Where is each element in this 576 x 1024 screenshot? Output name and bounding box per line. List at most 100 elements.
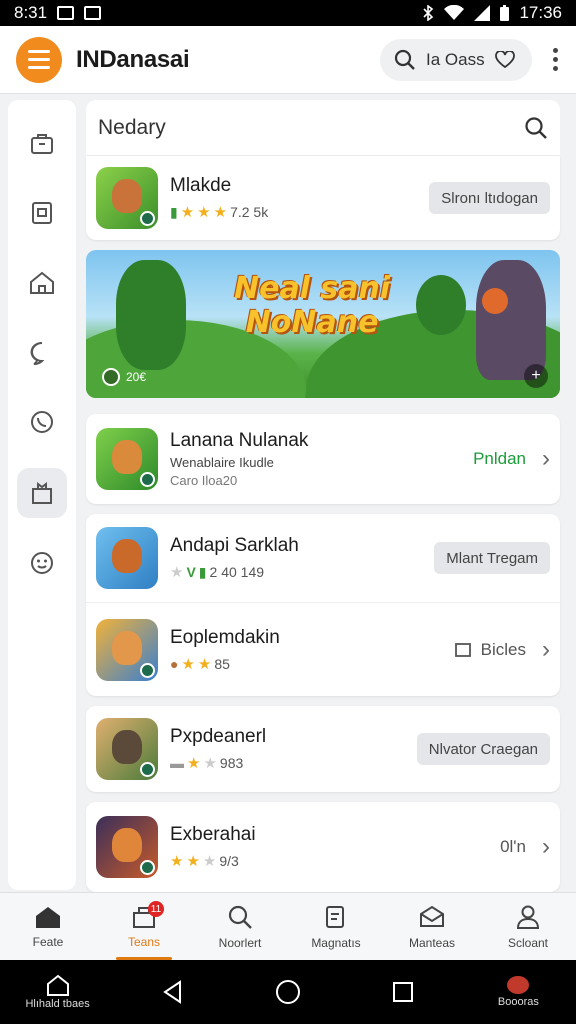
smile-icon: [31, 552, 53, 574]
sidebar-item-store[interactable]: [17, 468, 67, 518]
app-thumbnail: [96, 816, 158, 878]
sidebar-item-phone[interactable]: [17, 398, 67, 448]
nav-item-feate[interactable]: Feate: [0, 893, 96, 960]
menu-button[interactable]: [16, 36, 62, 83]
open-link[interactable]: 0l'n ›: [500, 833, 550, 861]
app-thumbnail: [96, 428, 158, 490]
app-thumbnail: [96, 618, 158, 681]
app-name: Eoplemdakin: [170, 626, 280, 648]
app-rating: ▮ ★ ★ ★ 7.2 5k: [170, 203, 269, 222]
nav-item-noorlert[interactable]: Noorlert: [192, 893, 288, 960]
app-rating: ★ V ▮ 2 40 149: [170, 563, 265, 582]
app-subtitle: Wenablaire Ikudle: [170, 455, 274, 470]
install-button[interactable]: Slronı ltıdogan: [429, 182, 550, 214]
app-rating: ● ★ ★ 85: [170, 655, 230, 673]
launcher-button[interactable]: Hlıhald tbaes: [0, 974, 115, 1010]
rating-text: 85: [214, 655, 230, 672]
search-icon: [394, 49, 415, 70]
mail-icon: [420, 905, 444, 927]
profile-icon: [516, 905, 540, 929]
rating-text: 9/3: [219, 853, 239, 869]
banner-title: Neal sani NoNane: [234, 271, 391, 340]
nav-item-magnatis[interactable]: Magnatıs: [288, 893, 384, 960]
chevron-right-icon: ›: [542, 445, 550, 472]
app-card[interactable]: Exberahai ★ ★ ★ 9/3 0l'n ›: [86, 802, 560, 892]
details-link[interactable]: Bicles ›: [454, 635, 550, 664]
sidebar: [8, 100, 76, 890]
app-thumbnail: [96, 167, 158, 229]
app-shortcut-icon: [507, 976, 530, 994]
panel-header: Nedary: [86, 100, 560, 156]
open-link[interactable]: Pnldan ›: [473, 445, 550, 473]
app-rating: ▬ ★ ★ 983: [170, 755, 244, 772]
home-icon: [30, 271, 54, 294]
more-options-button[interactable]: [550, 48, 560, 71]
app-info: Pxpdeanerl ▬ ★ ★ 983: [170, 726, 266, 772]
battery-icon: [500, 5, 510, 21]
app-name: Lanana Nulanak: [170, 430, 309, 451]
sidebar-item-chat[interactable]: [17, 328, 67, 378]
document-icon: [326, 905, 344, 928]
panel-title: Nedary: [98, 115, 166, 139]
search-icon: [228, 905, 252, 929]
notification-badge: 11: [148, 901, 164, 917]
promo-banner[interactable]: Neal sani NoNane 20€ +: [86, 250, 560, 398]
back-button[interactable]: [115, 980, 230, 1004]
sidebar-item-save[interactable]: [17, 188, 67, 238]
status-time: 8:31: [14, 3, 48, 22]
install-button[interactable]: Nlvator Craegan: [416, 733, 550, 765]
banner-character: [476, 260, 546, 380]
recents-icon: [393, 982, 414, 1002]
install-button[interactable]: Mlant Tregam: [434, 542, 550, 574]
bag-icon: [31, 134, 53, 154]
app-card[interactable]: Lanana Nulanak Wenablaire Ikudle Caro Il…: [86, 414, 560, 504]
app-title: INDanasai: [76, 45, 190, 73]
app-shortcut-button[interactable]: Boooras: [461, 976, 576, 1008]
featured-app-card[interactable]: Mlakde ▮ ★ ★ ★ 7.2 5k Slronı ltıdogan: [86, 156, 560, 240]
app-name: Andapi Sarklah: [170, 535, 299, 556]
nav-item-manteas[interactable]: Manteas: [384, 893, 480, 960]
rating-text: 983: [219, 755, 244, 771]
search-bar[interactable]: Ia Oass: [380, 38, 532, 81]
banner-meta: 20€: [102, 368, 146, 386]
menu-icon: [28, 50, 50, 53]
heart-icon[interactable]: [494, 50, 515, 69]
app-card[interactable]: Pxpdeanerl ▬ ★ ★ 983 Nlvator Craegan: [86, 706, 560, 792]
app-card[interactable]: Eoplemdakin ● ★ ★ 85 Bicles ›: [86, 602, 560, 696]
sidebar-item-home[interactable]: [17, 258, 67, 308]
app-thumbnail: [96, 718, 158, 780]
home-button[interactable]: [230, 979, 345, 1005]
phone-icon: [31, 411, 53, 433]
sidebar-item-bag[interactable]: [17, 118, 67, 168]
search-icon[interactable]: [524, 116, 548, 140]
system-navigation-bar: Hlıhald tbaes Boooras: [0, 960, 576, 1024]
back-icon: [162, 980, 181, 1004]
recents-button[interactable]: [346, 981, 461, 1003]
status-clock: 17:36: [519, 3, 562, 22]
home-icon: [36, 906, 60, 928]
app-subtitle: Caro Iloa20: [170, 473, 238, 488]
app-info: Andapi Sarklah ★ V ▮ 2 40 149: [170, 535, 299, 581]
app-info: Exberahai ★ ★ ★ 9/3: [170, 824, 256, 870]
nav-item-scloant[interactable]: Scloant: [480, 893, 576, 960]
add-icon[interactable]: +: [524, 364, 548, 388]
home-outline-icon: [46, 974, 69, 996]
app-rating: ★ ★ ★ 9/3: [170, 853, 239, 870]
chevron-right-icon: ›: [542, 635, 550, 663]
store-icon: [32, 482, 52, 504]
rating-text: 7.2 5k: [230, 204, 269, 220]
app-info: Mlakde ▮ ★ ★ ★ 7.2 5k: [170, 175, 268, 221]
nav-item-teans[interactable]: 11 Teans: [96, 893, 192, 960]
banner-icon: [102, 368, 120, 386]
chevron-right-icon: ›: [542, 833, 550, 860]
app-info: Lanana Nulanak Wenablaire Ikudle Caro Il…: [170, 430, 308, 488]
book-icon: [454, 642, 471, 657]
status-bar: 8:31 17:36: [0, 0, 576, 26]
chat-icon: [30, 341, 45, 365]
signal-icon: [474, 5, 491, 21]
main-content: Nedary Mlakde ▮ ★ ★ ★ 7.2 5k Slronı ltıdoga…: [86, 100, 560, 892]
app-card[interactable]: Andapi Sarklah ★ V ▮ 2 40 149 Mlant Tregam: [86, 514, 560, 602]
sidebar-item-smile[interactable]: [17, 538, 67, 588]
save-icon: [32, 202, 52, 224]
home-circle-icon: [276, 980, 300, 1004]
